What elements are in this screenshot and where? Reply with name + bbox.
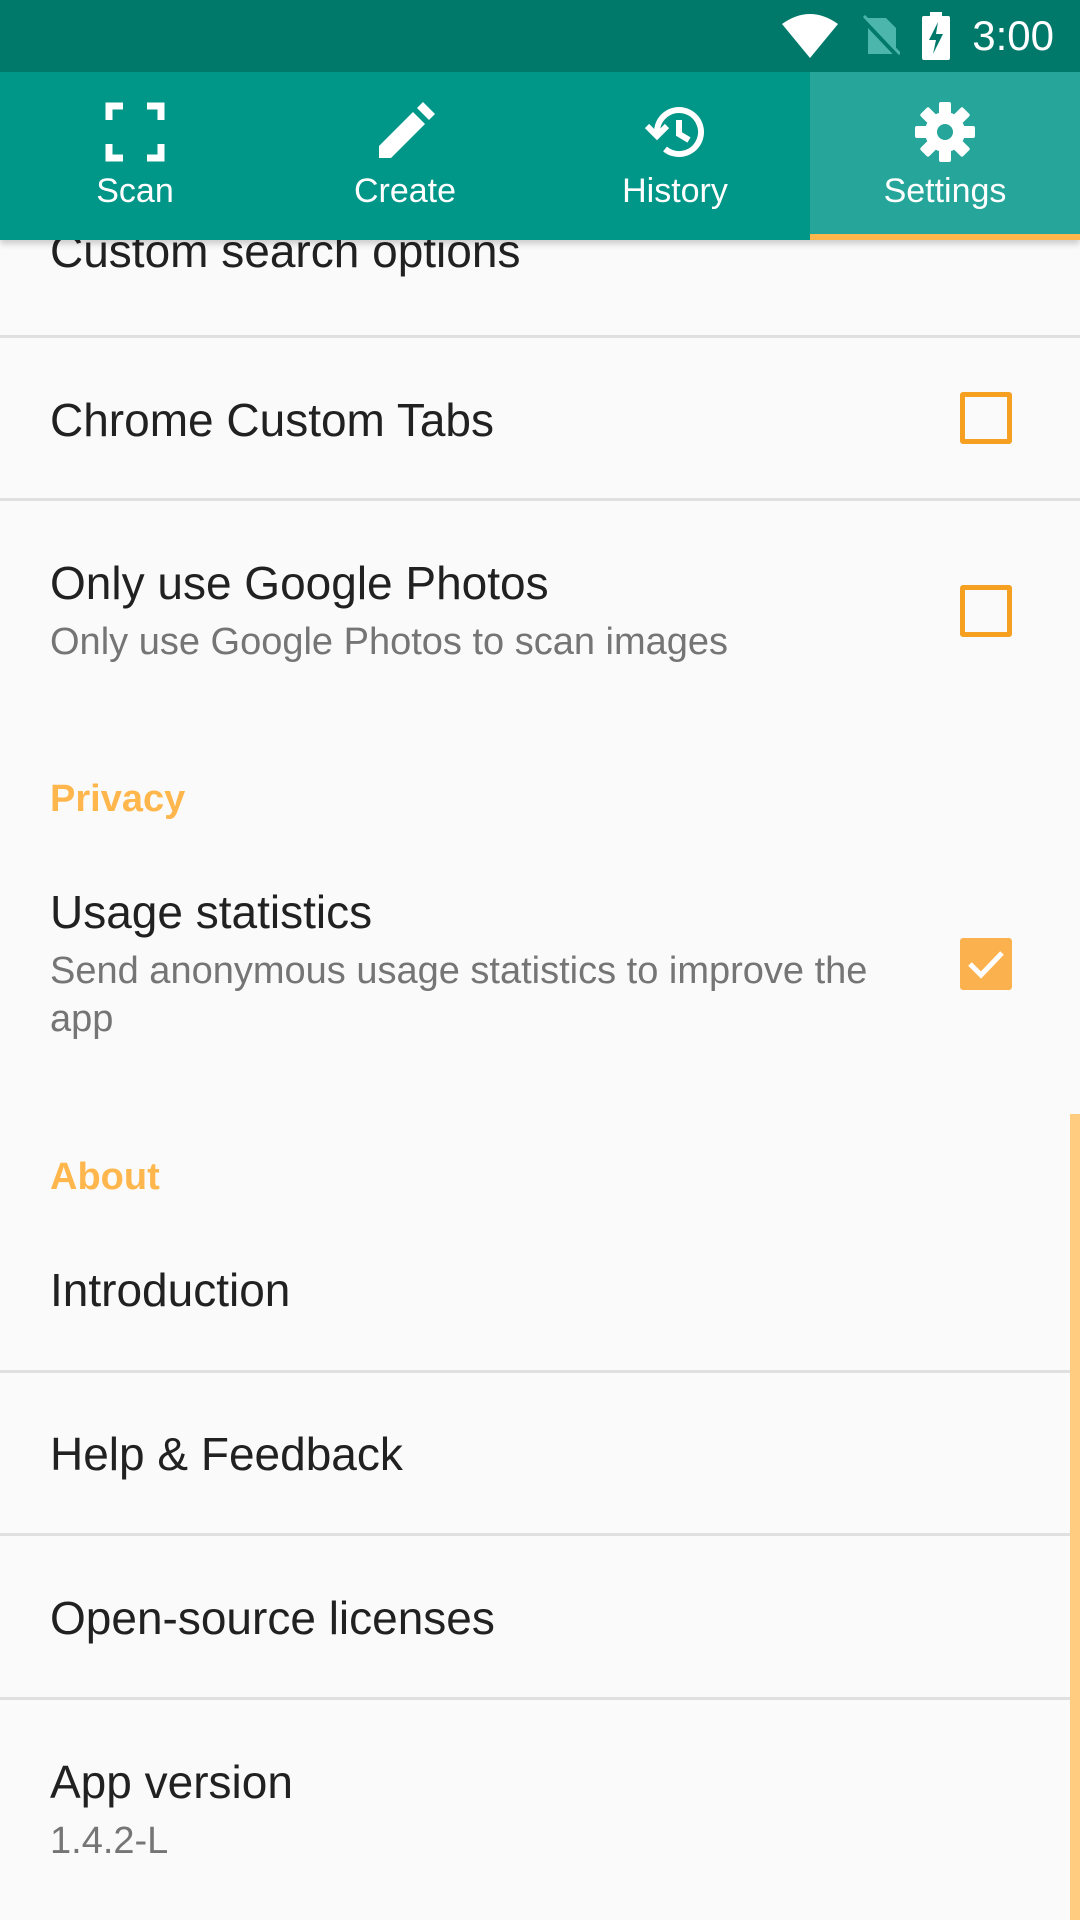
tab-settings-label: Settings [883, 172, 1007, 210]
scan-frame-icon [103, 100, 167, 164]
gear-icon [913, 100, 977, 164]
clock: 3:00 [972, 12, 1054, 59]
scrollbar[interactable] [1070, 1114, 1080, 1920]
pref-open-source-licenses[interactable]: Open-source licenses [0, 1591, 1080, 1645]
divider [0, 498, 1080, 501]
usage-statistics-checkbox[interactable] [960, 938, 1012, 990]
pref-title: Help & Feedback [50, 1428, 403, 1480]
pref-app-version[interactable]: App version 1.4.2-L [0, 1755, 1080, 1865]
pref-summary: Send anonymous usage statistics to impro… [50, 950, 868, 1040]
tab-create[interactable]: Create [270, 72, 540, 240]
pref-only-google-photos[interactable]: Only use Google Photos Only use Google P… [0, 556, 1080, 666]
pref-title: Introduction [50, 1264, 291, 1316]
pref-summary: Only use Google Photos to scan images [50, 621, 729, 663]
pref-introduction[interactable]: Introduction [0, 1263, 1080, 1317]
main-tab-bar: Scan Create History Settings [0, 72, 1080, 240]
pref-title: Custom search options [50, 240, 521, 277]
no-sim-icon [860, 14, 901, 58]
divider [0, 1697, 1080, 1700]
check-icon [968, 951, 1004, 979]
divider [0, 1533, 1080, 1536]
status-bar: 3:00 [0, 0, 1080, 72]
pref-title: Open-source licenses [50, 1592, 495, 1644]
category-about: About [50, 1156, 160, 1198]
wifi-icon [782, 14, 839, 58]
chrome-custom-tabs-checkbox[interactable] [960, 392, 1012, 444]
tab-scan-label: Scan [96, 172, 174, 210]
pencil-icon [373, 100, 437, 164]
only-google-photos-checkbox[interactable] [960, 585, 1012, 637]
divider [0, 335, 1080, 338]
pref-title: Chrome Custom Tabs [50, 394, 494, 446]
pref-title: Only use Google Photos [50, 557, 549, 609]
pref-summary: 1.4.2-L [50, 1820, 169, 1862]
tab-create-label: Create [353, 172, 457, 210]
pref-title: Usage statistics [50, 886, 373, 938]
battery-charging-icon [922, 12, 951, 60]
pref-chrome-custom-tabs[interactable]: Chrome Custom Tabs [0, 393, 1080, 447]
pref-help-feedback[interactable]: Help & Feedback [0, 1427, 1080, 1481]
pref-title: App version [50, 1756, 293, 1808]
pref-custom-search-options[interactable]: Custom search options [0, 240, 1080, 278]
tab-history[interactable]: History [540, 72, 810, 240]
history-icon [643, 100, 707, 164]
category-privacy: Privacy [50, 778, 186, 820]
tab-history-label: History [622, 172, 728, 210]
tab-scan[interactable]: Scan [0, 72, 270, 240]
divider [0, 1370, 1080, 1373]
tab-settings[interactable]: Settings [810, 72, 1080, 240]
settings-list[interactable]: Custom search options Chrome Custom Tabs… [0, 240, 1080, 1920]
pref-usage-statistics[interactable]: Usage statistics Send anonymous usage st… [0, 885, 1080, 1043]
